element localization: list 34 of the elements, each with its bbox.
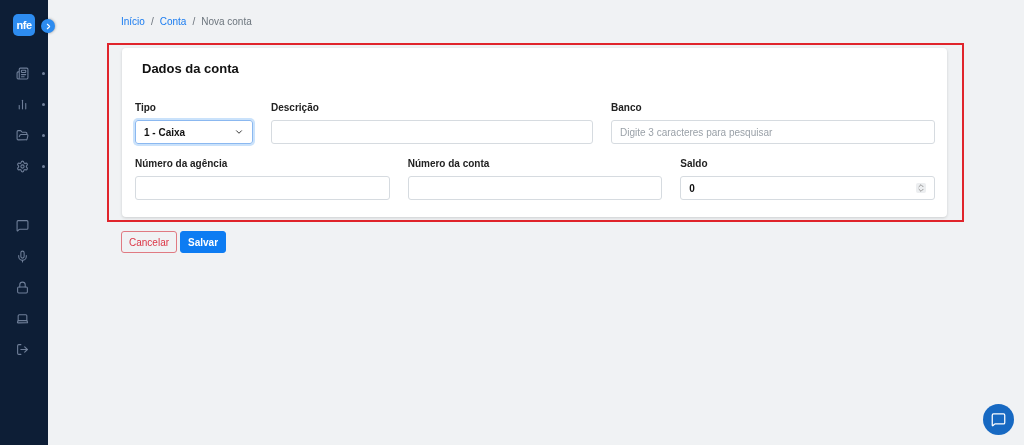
breadcrumb-link[interactable]: Início xyxy=(121,16,145,27)
logout-icon[interactable] xyxy=(16,342,29,356)
field-label: Número da conta xyxy=(407,158,491,169)
input-field[interactable]: 0 xyxy=(680,176,935,200)
cancel-button[interactable]: Cancelar xyxy=(121,231,178,253)
field-label: Saldo xyxy=(680,158,709,169)
chat-button[interactable] xyxy=(983,404,1014,435)
breadcrumb-separator: / xyxy=(192,16,196,27)
caret-icon xyxy=(234,127,244,137)
microphone-icon[interactable] xyxy=(16,249,29,263)
message-icon[interactable] xyxy=(16,218,29,232)
chat-icon xyxy=(991,412,1006,427)
input-field[interactable] xyxy=(135,176,390,200)
folder-icon[interactable] xyxy=(16,128,29,142)
logo[interactable]: nfe xyxy=(13,14,35,36)
card-title: Dados da conta xyxy=(142,61,240,76)
newspaper-icon[interactable] xyxy=(16,66,29,80)
settings-icon[interactable] xyxy=(16,159,29,173)
breadcrumb-current: Nova conta xyxy=(201,16,252,27)
input-field[interactable]: Digite 3 caracteres para pesquisar xyxy=(611,120,935,144)
laptop-icon[interactable] xyxy=(16,311,29,325)
select-field[interactable]: 1 - Caixa xyxy=(135,120,253,144)
input-field[interactable] xyxy=(271,120,593,144)
expand-button[interactable] xyxy=(41,19,55,33)
field-label: Tipo xyxy=(135,102,157,113)
field-label: Banco xyxy=(611,102,643,113)
breadcrumb-link[interactable]: Conta xyxy=(159,16,187,27)
lock-icon[interactable] xyxy=(16,280,29,294)
field-label: Número da agência xyxy=(135,158,229,169)
breadcrumb-separator: / xyxy=(150,16,154,27)
input-field[interactable] xyxy=(407,176,663,200)
save-button[interactable]: Salvar xyxy=(180,231,227,253)
field-label: Descrição xyxy=(271,102,320,113)
bar-chart-icon[interactable] xyxy=(16,97,29,111)
